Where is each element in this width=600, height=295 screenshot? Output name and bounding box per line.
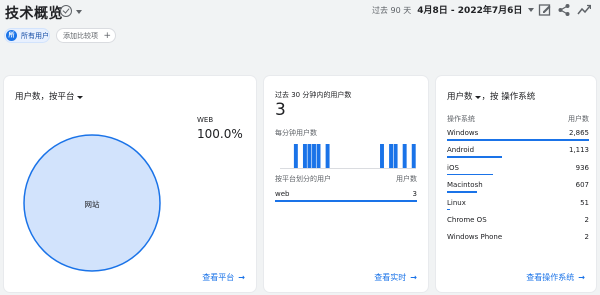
bar-minute [389,144,394,168]
row-value-bar [447,173,494,176]
chevron-down-icon[interactable] [76,10,82,14]
row-value-bar [447,139,589,141]
status-check-icon[interactable] [60,5,72,17]
row-os-name: Linux [447,198,466,207]
segment-avatar: 所 [6,30,17,41]
bar-minute [293,144,298,168]
row-os-users: 51 [580,198,589,207]
bar-minute [411,144,416,168]
metric-dropdown[interactable]: 用户数 [447,92,482,102]
row-platform: web [275,190,290,198]
bar-minute [402,144,407,168]
row-os-users: 607 [575,181,589,190]
table-row[interactable]: iOS 936 [447,164,589,181]
segment-chip[interactable]: 所 所有用户 [4,28,50,43]
row-value-bar [275,200,417,202]
view-platforms-link[interactable]: 查看平台 → [202,272,245,283]
date-prefix: 过去 90 天 [372,6,412,15]
legend-percent: 100.0% [197,127,243,141]
plus-icon: + [103,31,111,41]
table-row[interactable]: Linux 51 [447,199,589,216]
date-chevron-down-icon[interactable] [528,8,534,12]
per-minute-label: 每分钟用户数 [275,129,317,137]
row-users: 3 [412,190,417,198]
row-os-name: Windows Phone [447,233,503,242]
platform-card-title[interactable]: 用户数，按平台 [15,90,84,102]
row-value-bar [447,191,478,193]
realtime-table-header: 按平台划分的用户 用户数 [275,174,417,184]
date-range: 4月8日 - 2022年7月6日 [417,6,523,16]
table-row[interactable]: web 3 [275,190,417,198]
bar-minute [380,144,384,168]
add-comparison-label: 添加比较项 [63,32,98,40]
os-col-name: 操作系统 [447,115,475,123]
row-value-bar [447,156,503,158]
table-row[interactable]: Windows 2,865 [447,129,589,146]
view-realtime-label: 查看实时 [374,273,407,282]
arrow-right-icon: → [578,273,585,282]
bar-minute [307,144,312,168]
table-row[interactable]: Macintosh 607 [447,181,589,198]
platform-pie-chart [23,134,161,272]
os-card-title-rest: ，按 操作系统 [481,92,536,102]
arrow-right-icon: → [410,273,417,282]
row-os-name: iOS [447,163,459,172]
realtime-count: 3 [275,100,286,120]
view-platforms-label: 查看平台 [202,273,235,282]
view-realtime-link[interactable]: 查看实时 → [374,272,417,283]
view-os-link[interactable]: 查看操作系统 → [526,272,585,283]
realtime-col-platform: 按平台划分的用户 [275,175,331,183]
add-comparison-chip[interactable]: 添加比较项 + [56,28,116,43]
os-card-title: 用户数 ，按 操作系统 [447,90,535,102]
row-value-bar [447,208,450,211]
edit-icon[interactable] [538,3,552,17]
row-os-name: Android [447,146,475,155]
platform-card-title-text: 用户数，按平台 [15,92,84,102]
row-os-users: 2,865 [568,129,589,137]
row-os-name: Macintosh [447,181,483,190]
bar-minute [312,144,316,168]
os-table-header: 操作系统 用户数 [447,114,589,124]
row-os-users: 936 [575,163,589,172]
bar-minute [393,144,398,168]
bar-minute [302,144,307,168]
pie-slice-website [23,134,161,272]
realtime-subtitle: 过去 30 分钟内的用户数 [275,91,352,99]
os-card: 用户数 ，按 操作系统 操作系统 用户数 Windows 2,865 Android 1… [436,76,596,292]
row-os-users: 1,113 [568,146,589,155]
bar-minute [316,144,321,168]
row-os-users: 2 [584,216,589,224]
bar-minute [325,144,330,168]
insights-icon[interactable] [577,3,591,17]
realtime-card: 过去 30 分钟内的用户数 3 每分钟用户数 按平台划分的用户 用户数 web … [264,76,428,292]
os-col-users: 用户数 [568,115,589,123]
per-minute-bar-chart [293,144,416,168]
table-row[interactable]: Chrome OS 2 [447,216,589,233]
bar-chart-axis [280,168,416,169]
platform-card: 用户数，按平台 网站 WEB 100.0% 查看平台 → [4,76,256,292]
view-os-label: 查看操作系统 [526,273,575,282]
realtime-col-users: 用户数 [396,175,417,183]
arrow-right-icon: → [238,273,245,282]
row-os-users: 2 [584,233,589,242]
row-os-name: Windows [447,129,479,137]
date-range-picker[interactable]: 过去 90 天 4月8日 - 2022年7月6日 [372,3,522,16]
legend-name: WEB [197,116,214,124]
share-icon[interactable] [557,3,571,17]
table-row[interactable]: Android 1,113 [447,146,589,163]
segment-label: 所有用户 [21,32,49,40]
table-row[interactable]: Windows Phone 2 [447,233,589,250]
row-os-name: Chrome OS [447,216,487,224]
page-title: 技术概览 [5,6,63,22]
